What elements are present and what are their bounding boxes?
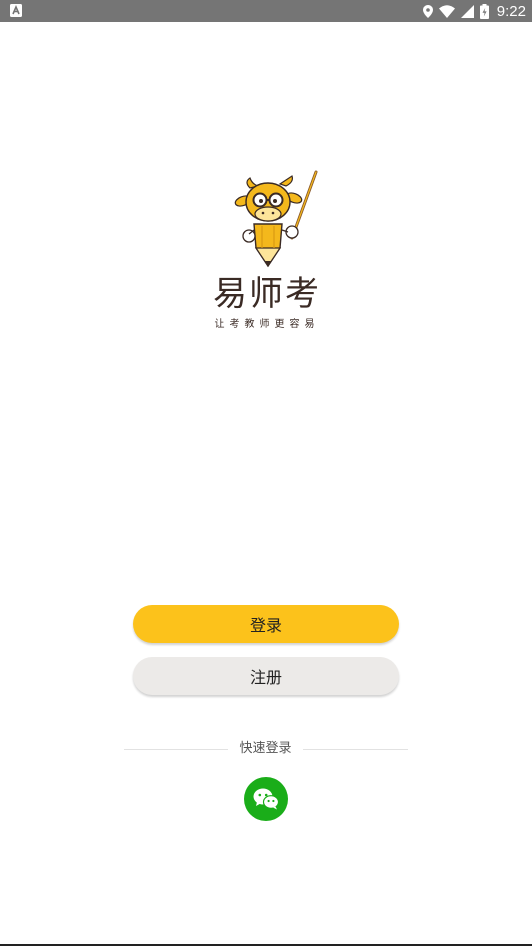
status-icons: 9:22: [422, 0, 526, 22]
login-button[interactable]: 登录: [133, 605, 399, 643]
status-time: 9:22: [496, 2, 526, 20]
quick-login-divider-left: [124, 749, 228, 750]
login-screen: 9:22 易师考 让考教师更容易 登录 注册 快速登录: [0, 0, 532, 946]
register-button[interactable]: 注册: [133, 657, 399, 695]
wechat-icon: [253, 788, 279, 810]
wifi-icon: [438, 4, 455, 18]
location-icon: [422, 4, 433, 18]
status-bar: 9:22: [0, 0, 532, 22]
brand-slogan: 让考教师更容易: [214, 319, 320, 330]
notification-a-icon: [10, 4, 22, 17]
cow-mascot-icon: [234, 170, 318, 268]
app-logo: 易师考 让考教师更容易: [190, 168, 340, 343]
brand-name: 易师考: [213, 274, 321, 314]
quick-login-label: 快速登录: [239, 741, 292, 756]
battery-icon: [479, 3, 489, 19]
wechat-login-button[interactable]: [244, 777, 288, 821]
cell-signal-icon: [460, 4, 474, 18]
quick-login-divider-right: [303, 749, 408, 750]
